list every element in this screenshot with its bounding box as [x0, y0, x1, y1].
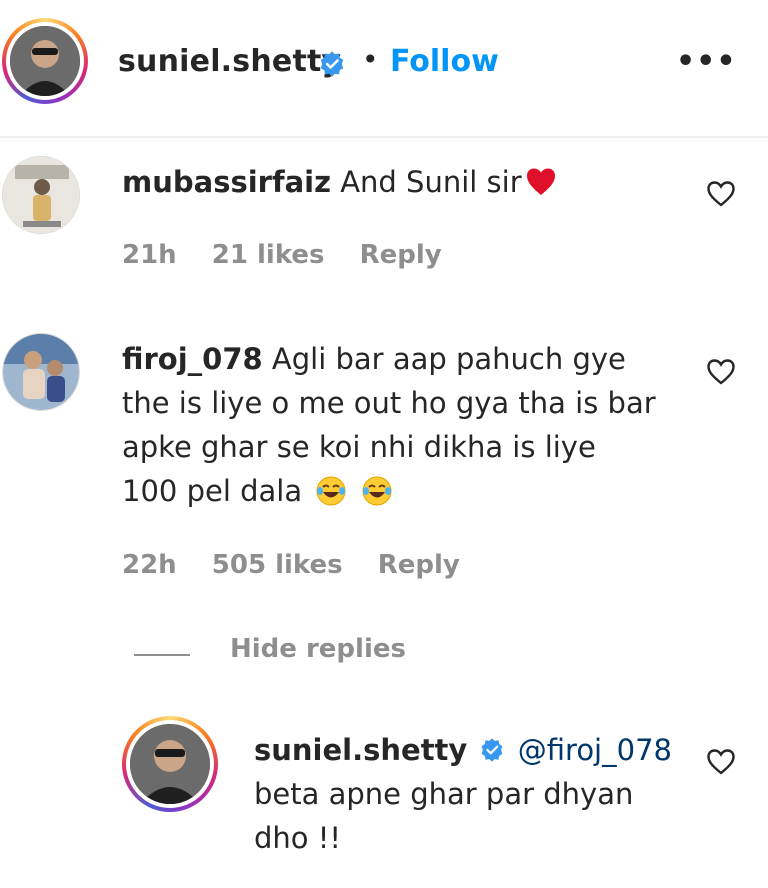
reply-button[interactable]: Reply [360, 240, 442, 270]
reply-button[interactable]: Reply [378, 550, 460, 580]
follow-button[interactable]: Follow [390, 44, 499, 79]
reply-author-avatar[interactable] [122, 716, 218, 812]
reply-line: dho !! [254, 821, 341, 855]
comment-body: And Sunil sir [340, 165, 522, 199]
comment-username[interactable]: mubassirfaiz [122, 165, 331, 199]
verified-badge-icon [320, 51, 344, 77]
like-heart-icon[interactable] [706, 358, 736, 386]
reply-username[interactable]: suniel.shetty [254, 733, 467, 767]
comment-likes[interactable]: 505 likes [212, 550, 343, 580]
author-username[interactable]: suniel.shetty [118, 44, 341, 79]
comments-panel: suniel.shetty • Follow ••• mubassirfaiz … [0, 0, 768, 888]
comment-meta: 21h 21 likes Reply [122, 240, 468, 270]
tears-of-joy-emoji-icon [316, 476, 346, 506]
comment-line: 100 pel dala [122, 474, 303, 508]
comment-text: mubassirfaiz And Sunil sir [122, 160, 560, 204]
reply-text: suniel.shetty @firoj_078 beta apne ghar … [254, 728, 672, 860]
mention-link[interactable]: @firoj_078 [518, 733, 672, 767]
commenter-avatar[interactable] [2, 156, 80, 234]
author-avatar[interactable] [2, 18, 88, 104]
reply-line: beta apne ghar par dhyan [254, 777, 634, 811]
comment-meta: 22h 505 likes Reply [122, 550, 486, 580]
comment-likes[interactable]: 21 likes [212, 240, 325, 270]
comment-time: 21h [122, 240, 177, 270]
red-heart-emoji-icon [526, 168, 555, 195]
commenter-avatar[interactable] [2, 333, 80, 411]
comment-time: 22h [122, 550, 177, 580]
post-header: suniel.shetty • Follow ••• [0, 0, 768, 138]
like-heart-icon[interactable] [706, 180, 736, 208]
hide-replies-divider [134, 654, 190, 656]
like-heart-icon[interactable] [706, 748, 736, 776]
comment-text: firoj_078 Agli bar aap pahuch gye the is… [122, 337, 656, 513]
more-options-icon[interactable]: ••• [676, 44, 737, 79]
verified-badge-icon [481, 738, 502, 762]
tears-of-joy-emoji-icon [362, 476, 392, 506]
separator-dot: • [362, 43, 379, 76]
comment-line: apke ghar se koi nhi dikha is liye [122, 430, 596, 464]
comment-line: the is liye o me out ho gya tha is bar [122, 386, 656, 420]
comment-username[interactable]: firoj_078 [122, 342, 263, 376]
comment-line: Agli bar aap pahuch gye [271, 342, 626, 376]
hide-replies-button[interactable]: Hide replies [230, 634, 406, 664]
